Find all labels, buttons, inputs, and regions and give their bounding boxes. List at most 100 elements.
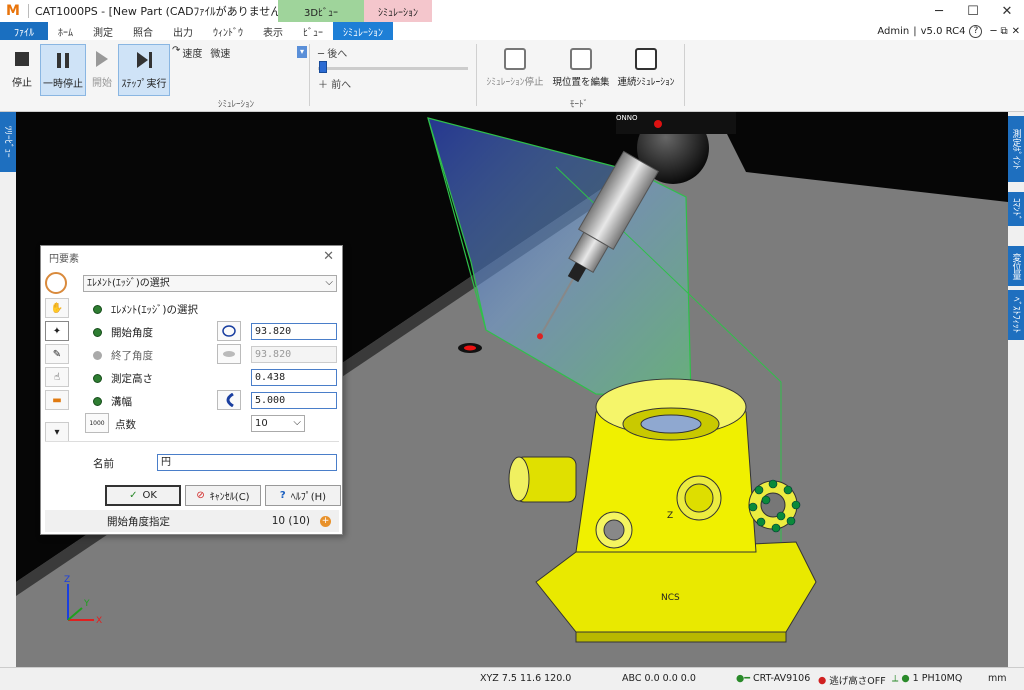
cancel-button[interactable]: ⊘ ｷｬﾝｾﾙ(C): [185, 485, 261, 506]
close-icon[interactable]: ✕: [990, 0, 1024, 22]
tab-window[interactable]: ｳｨﾝﾄﾞｳ: [203, 22, 253, 40]
tree-view-tab[interactable]: ﾂﾘｰﾋﾞｭｰ: [0, 112, 16, 172]
tab-output[interactable]: 出力: [163, 22, 203, 40]
circle-element-icon: [45, 272, 67, 294]
step-slider-thumb[interactable]: [319, 61, 327, 73]
step-slider-track[interactable]: [318, 67, 468, 70]
pen-tool-icon[interactable]: ✎: [45, 344, 69, 364]
tab-commands[interactable]: ｺﾏﾝﾄﾞ: [1008, 192, 1024, 226]
continuous-simulation-button[interactable]: 連続ｼﾐｭﾚｰｼｮﾝ: [612, 44, 680, 96]
measure-height-input[interactable]: 0.438: [251, 369, 337, 386]
sensor-icon: ●━: [736, 673, 751, 684]
dialog-status-text: 開始角度指定: [107, 515, 170, 528]
tab-file[interactable]: ﾌｧｲﾙ: [0, 22, 48, 40]
restore-window-icon[interactable]: ⧉: [1000, 26, 1007, 37]
groove-width-input[interactable]: 5.000: [251, 392, 337, 409]
maximize-icon[interactable]: ☐: [956, 0, 990, 22]
simulation-stop-icon: [504, 48, 526, 70]
dialog-title-bar: 円要素 ✕: [41, 246, 342, 268]
restore-small-icon[interactable]: ─: [990, 26, 996, 37]
probe-brand-label: ONNO: [616, 114, 638, 122]
help-button[interactable]: ? ﾍﾙﾌﾟ(H): [265, 485, 341, 506]
dialog-status-bar: 開始角度指定 10 (10) +: [45, 510, 339, 532]
minimize-icon[interactable]: ─: [922, 0, 956, 22]
measure-height-row: 測定高さ: [93, 371, 153, 386]
ribbon-tabs: ﾌｧｲﾙ ﾎｰﾑ 測定 照合 出力 ｳｨﾝﾄﾞｳ 表示 ﾋﾞｭｰ ｼﾐｭﾚｰｼｮ…: [0, 22, 1024, 40]
dialog-divider: [45, 441, 339, 442]
expand-icon[interactable]: ▾: [45, 422, 69, 442]
points-row: 点数: [115, 419, 136, 431]
clearance-status[interactable]: ● 逃げ高さOFF: [818, 673, 886, 688]
mode-select[interactable]: ｴﾚﾒﾝﾄ(ｴｯｼﾞ)の選択: [83, 275, 337, 292]
window-title: CAT1000PS - [New Part (CADﾌｧｲﾙがありません)]: [35, 5, 290, 18]
simulation-stop-mode-button[interactable]: ｼﾐｭﾚｰｼｮﾝ停止: [480, 44, 550, 96]
title-bar: M CAT1000PS - [New Part (CADﾌｧｲﾙがありません)]…: [0, 0, 1024, 22]
tab-simulation[interactable]: ｼﾐｭﾚｰｼｮﾝ: [333, 22, 393, 40]
step-icon: [136, 52, 152, 68]
start-angle-input[interactable]: 93.820: [251, 323, 337, 340]
ellipse-pick-icon[interactable]: [217, 321, 241, 341]
tab-measurement-points[interactable]: 測定ﾎﾟｲﾝﾄ: [1008, 116, 1024, 182]
probe-led: [654, 120, 662, 128]
workpiece-label-z: Z: [667, 511, 673, 521]
speed-label: 速度: [182, 49, 203, 60]
version-label: v5.0 RC4: [920, 25, 966, 37]
name-input[interactable]: 円: [157, 454, 337, 471]
hand-select-icon[interactable]: ✋: [45, 298, 69, 318]
speed-value: 微速: [210, 49, 231, 60]
app-logo: M: [6, 3, 20, 19]
dialog-title: 円要素: [49, 253, 79, 265]
status-dot-icon: [93, 374, 102, 383]
pause-button[interactable]: 一時停止: [40, 44, 86, 96]
group-label-mode: ﾓｰﾄﾞ: [570, 100, 589, 110]
tab-home[interactable]: ﾎｰﾑ: [48, 22, 83, 40]
tab-displacement[interactable]: 変位量: [1008, 246, 1024, 286]
probe-tool-icon[interactable]: ▬: [45, 390, 69, 410]
step-forward-control[interactable]: ＋ 前へ: [318, 76, 351, 91]
start-angle-row: 開始角度: [93, 325, 153, 340]
tab-view[interactable]: ﾋﾞｭｰ: [293, 22, 333, 40]
edit-position-button[interactable]: 現位置を編集: [551, 44, 611, 96]
points-count-icon: 1000: [85, 413, 109, 433]
close-doc-icon[interactable]: ✕: [1012, 26, 1020, 37]
end-angle-row: 終了角度: [93, 348, 153, 363]
cancel-icon: ⊘: [196, 490, 205, 501]
sensor-status[interactable]: ●━ CRT-AV9106: [736, 673, 810, 684]
dialog-point-count: 10 (10): [271, 515, 310, 527]
probe-status[interactable]: ⟂ ● 1 PH10MQ: [892, 673, 962, 684]
status-dot-disabled-icon: [93, 351, 102, 360]
question-icon: ?: [279, 490, 286, 501]
tab-compare[interactable]: 照合: [123, 22, 163, 40]
context-tab-simulation: ｼﾐｭﾚｰｼｮﾝ: [364, 0, 432, 22]
tab-measure[interactable]: 測定: [83, 22, 123, 40]
dialog-close-icon[interactable]: ✕: [323, 249, 334, 264]
tab-best-fit[interactable]: ﾍﾞｽﾄﾌｨｯﾄ: [1008, 290, 1024, 340]
stop-button[interactable]: 停止: [6, 44, 38, 96]
arc-pick-icon[interactable]: [217, 344, 241, 364]
speed-dropdown[interactable]: ▾: [297, 46, 307, 58]
name-row: 名前: [93, 458, 114, 470]
step-execute-button[interactable]: ｽﾃｯﾌﾟ実行: [118, 44, 170, 96]
start-button[interactable]: 開始: [88, 44, 116, 96]
add-point-icon[interactable]: +: [320, 515, 331, 527]
clearance-icon: ●: [818, 674, 827, 686]
xyz-readout: XYZ 7.5 11.6 120.0: [480, 673, 572, 684]
group-label-simulation: ｼﾐｭﾚｰｼｮﾝ: [218, 100, 255, 110]
user-area: Admin | v5.0 RC4 ? ─ ⧉ ✕: [877, 24, 1020, 38]
hand-tool-icon[interactable]: ☝: [45, 367, 69, 387]
edge-select-icon[interactable]: ✦: [45, 321, 69, 341]
speed-icon: ↷: [172, 45, 181, 56]
pause-icon: [57, 52, 69, 68]
user-name: Admin: [877, 25, 910, 37]
check-icon: ✓: [129, 490, 138, 501]
step-back-control[interactable]: ─ 後へ: [318, 45, 347, 60]
points-count-select[interactable]: 10: [251, 415, 305, 432]
tab-display[interactable]: 表示: [253, 22, 293, 40]
groove-pick-icon[interactable]: [217, 390, 241, 410]
speed-control[interactable]: ↷ 速度 微速: [172, 45, 230, 60]
workpiece-label-ncs: NCS: [661, 593, 680, 603]
end-angle-input[interactable]: 93.820: [251, 346, 337, 363]
help-icon[interactable]: ?: [969, 24, 983, 38]
ok-button[interactable]: ✓ OK: [105, 485, 181, 506]
dialog-tool-strip: ✋ ✦ ✎ ☝ ▬ ▾: [45, 272, 73, 445]
